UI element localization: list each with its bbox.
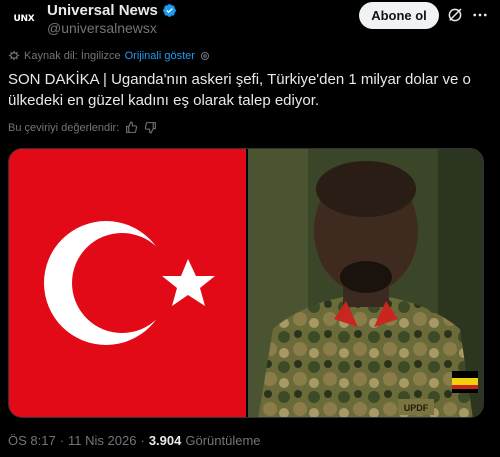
tweet-date[interactable]: 11 Nis 2026 [68,433,136,448]
show-original-link[interactable]: Orijinali göster [125,50,195,62]
translation-row: Kaynak dil: İngilizce Orijinali göster [8,50,211,62]
handle[interactable]: @universalnewsx [47,20,157,36]
translate-icon [8,50,20,61]
avatar[interactable]: UNX [10,5,38,33]
source-language-label: Kaynak dil: İngilizce [24,50,121,62]
grok-icon[interactable] [446,6,464,24]
tweet-text: SON DAKİKA | Uganda'nın askeri şefi, Tür… [8,71,471,109]
military-officer-photo: UPDF [248,149,483,417]
footer-separator: · [59,433,65,448]
footer-separator-2: · [140,433,145,448]
uniform-badge-text: UPDF [404,403,429,413]
tweet-media[interactable]: UPDF [8,148,484,418]
tweet-time[interactable]: ÖS 8:17 [8,433,56,448]
views-count: 3.904 [148,433,182,448]
thumbs-up-icon[interactable] [125,121,138,134]
turkish-flag-image [9,149,246,417]
rate-translation-label: Bu çeviriyi değerlendir: [8,121,120,134]
display-name[interactable]: Universal News [47,2,158,19]
follow-button[interactable]: Abone ol [359,2,439,29]
tweet-header: UNX Universal News @universalnewsx Abone… [0,0,500,44]
more-options-icon[interactable] [470,6,490,24]
name-row: Universal News [47,2,177,19]
thumbs-down-icon[interactable] [144,121,157,134]
rate-translation-row: Bu çeviriyi değerlendir: [8,121,157,134]
verified-badge-icon [162,4,176,17]
settings-gear-icon[interactable] [199,50,211,62]
views-label: Görüntüleme [185,433,261,448]
tweet-footer: ÖS 8:17 · 11 Nis 2026 · 3.904 Görüntülem… [8,433,261,448]
